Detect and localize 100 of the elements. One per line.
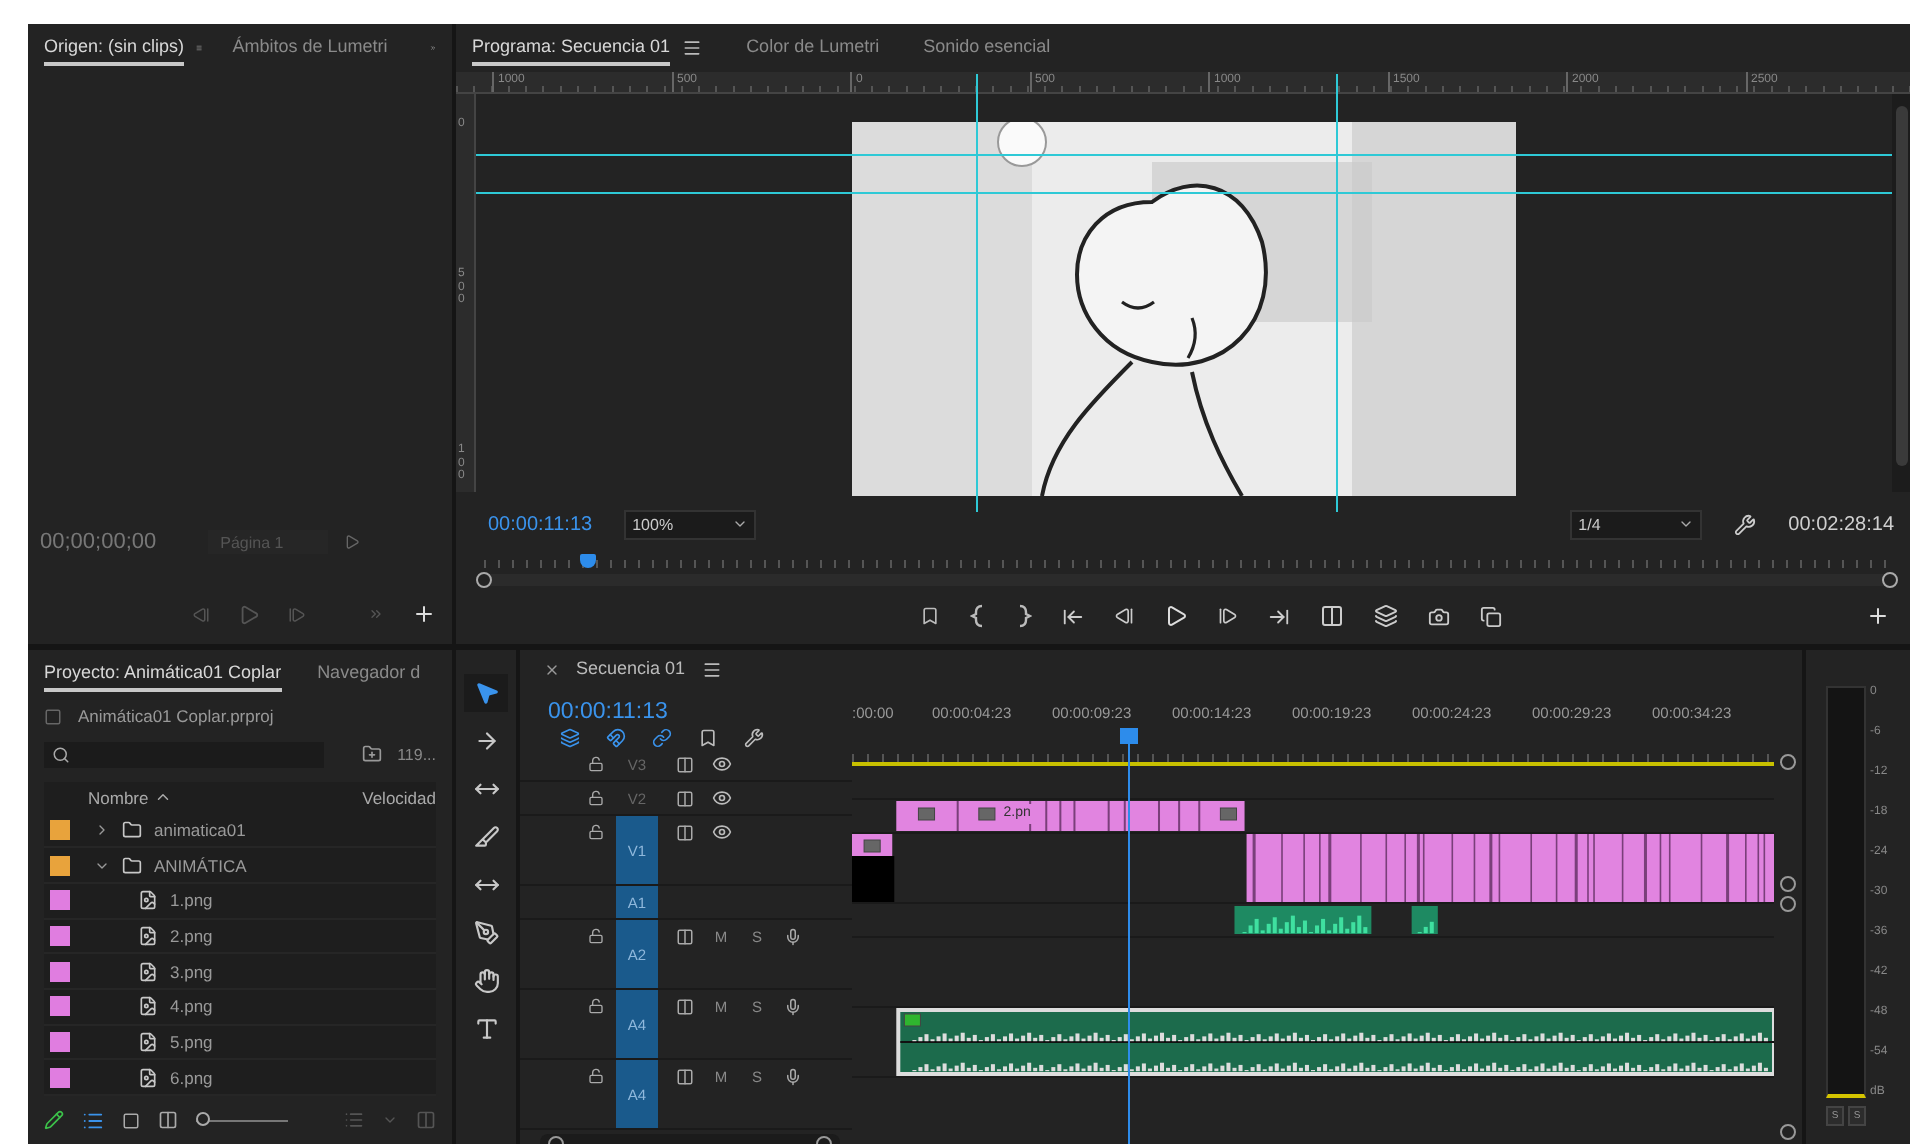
- nest-toggle-icon[interactable]: [560, 728, 580, 748]
- search-field[interactable]: [44, 741, 324, 767]
- go-to-out-button[interactable]: [1268, 605, 1290, 628]
- project-item-row[interactable]: ANIMÁTICA: [44, 848, 436, 884]
- project-item-row[interactable]: 1.png: [44, 883, 436, 920]
- new-bin-button[interactable]: [361, 744, 382, 764]
- add-marker-button[interactable]: [920, 606, 940, 627]
- audio-clip[interactable]: [896, 1008, 1774, 1076]
- video-clip[interactable]: [896, 801, 1245, 831]
- close-icon[interactable]: [544, 662, 560, 678]
- image-file-icon: [138, 961, 158, 982]
- project-item-row[interactable]: 4.png: [44, 989, 436, 1026]
- audio-clip[interactable]: [1411, 906, 1438, 934]
- pen-icon: [473, 920, 499, 946]
- project-item-name: 4.png: [170, 996, 213, 1017]
- item-count: 119...: [397, 745, 436, 763]
- unlock-icon[interactable]: [588, 1068, 604, 1084]
- column-header[interactable]: Velocidad: [362, 787, 436, 808]
- playhead-handle[interactable]: [580, 554, 597, 569]
- microphone-icon[interactable]: [784, 997, 802, 1015]
- add-button[interactable]: [1866, 604, 1890, 629]
- settings-toggle-icon[interactable]: [744, 728, 764, 748]
- comparison-view-button[interactable]: [1480, 605, 1502, 628]
- resolution-dropdown[interactable]: 1/4: [1570, 509, 1703, 540]
- project-item-row[interactable]: animatica01: [44, 813, 436, 849]
- video-clip[interactable]: [1246, 834, 1774, 902]
- project-item-name: 2.png: [170, 925, 213, 946]
- playhead-timecode[interactable]: 00:00:11:13: [488, 513, 593, 536]
- settings-icon[interactable]: [1734, 513, 1757, 536]
- image-file-icon: [138, 996, 158, 1017]
- overwrite-button[interactable]: [1374, 604, 1398, 629]
- panel-tab[interactable]: Color de Lumetri: [746, 30, 880, 66]
- scrub-end-handle[interactable]: [1882, 572, 1898, 589]
- sequence-timecode[interactable]: 00:00:11:13: [548, 700, 852, 724]
- fx-badge-icon: [1219, 807, 1237, 821]
- duration-timecode: 00:02:28:14: [1788, 513, 1894, 536]
- selection-tool-button[interactable]: [464, 674, 508, 712]
- project-item-row[interactable]: 3.png: [44, 954, 436, 990]
- source-timecode: 00;00;00;00: [40, 530, 157, 554]
- visibility-icon[interactable]: [712, 822, 732, 842]
- fx-badge-icon: [903, 1013, 921, 1027]
- vertical-scrollbar[interactable]: [1892, 94, 1910, 492]
- project-item-row[interactable]: 6.png: [44, 1060, 436, 1096]
- unlock-icon[interactable]: [588, 756, 604, 772]
- solid-video-clip[interactable]: [852, 856, 895, 902]
- project-item-name: 6.png: [170, 1067, 213, 1088]
- zoom-slider-handle[interactable]: [196, 1112, 210, 1126]
- panel-menu-icon[interactable]: [701, 660, 722, 680]
- expand-chevron-icon[interactable]: [94, 821, 110, 838]
- panel-tab[interactable]: Ámbitos de Lumetri: [232, 30, 388, 66]
- mark-out-button[interactable]: [1016, 604, 1032, 629]
- step-back-button[interactable]: [1114, 606, 1134, 627]
- play-icon[interactable]: [344, 534, 361, 550]
- fx-badge-icon: [978, 807, 996, 821]
- panel-tab[interactable]: Origen: (sin clips): [44, 30, 185, 66]
- sequence-tab[interactable]: Secuencia 01: [576, 652, 686, 688]
- project-item-name: ANIMÁTICA: [154, 855, 247, 876]
- image-file-icon: [138, 925, 158, 946]
- panel-tab[interactable]: Sonido esencial: [923, 30, 1051, 66]
- visibility-icon[interactable]: [712, 788, 732, 808]
- unlock-icon[interactable]: [588, 928, 604, 944]
- image-file-icon: [138, 1031, 158, 1052]
- mark-in-button[interactable]: [970, 604, 986, 629]
- panel-tab[interactable]: Navegador d: [317, 656, 421, 692]
- marker-toggle-icon[interactable]: [698, 728, 718, 748]
- add-button[interactable]: [412, 602, 436, 626]
- linked-toggle-icon[interactable]: [652, 728, 672, 748]
- hand-icon: [473, 968, 499, 994]
- snap-toggle-icon[interactable]: [606, 728, 626, 748]
- list-view-button[interactable]: [82, 1109, 104, 1131]
- project-item-name: animatica01: [154, 819, 246, 840]
- arrow-icon: [473, 728, 499, 754]
- search-icon: [52, 745, 70, 763]
- column-header[interactable]: Nombre: [88, 787, 149, 808]
- panel-tab[interactable]: Programa: Secuencia 01: [472, 30, 671, 66]
- zoom-dropdown[interactable]: 100%: [624, 509, 757, 540]
- unlock-icon[interactable]: [588, 824, 604, 840]
- audio-waveform: [1242, 915, 1368, 934]
- pencil-icon[interactable]: [44, 1110, 64, 1130]
- play-button[interactable]: [1164, 604, 1188, 629]
- audio-clip[interactable]: [1234, 906, 1372, 934]
- go-to-in-button[interactable]: [1062, 605, 1084, 628]
- panel-menu-icon[interactable]: [682, 38, 703, 58]
- freeform-view-button[interactable]: [158, 1110, 178, 1130]
- visibility-icon[interactable]: [712, 754, 732, 774]
- microphone-icon[interactable]: [784, 1067, 802, 1085]
- project-item-row[interactable]: 5.png: [44, 1025, 436, 1061]
- project-item-row[interactable]: 2.png: [44, 919, 436, 955]
- scrub-end-handle[interactable]: [476, 572, 492, 589]
- panel-tab[interactable]: Proyecto: Animática01 Coplar: [44, 656, 282, 692]
- video-clip[interactable]: [852, 834, 893, 856]
- project-file-name: Animática01 Coplar.prproj: [78, 706, 274, 726]
- insert-button[interactable]: [1320, 604, 1344, 629]
- unlock-icon[interactable]: [588, 998, 604, 1014]
- unlock-icon[interactable]: [588, 790, 604, 806]
- step-forward-button[interactable]: [1218, 606, 1238, 627]
- microphone-icon[interactable]: [784, 927, 802, 945]
- folder-icon: [122, 819, 142, 840]
- export-frame-button[interactable]: [1428, 605, 1450, 628]
- icon-view-button[interactable]: [122, 1111, 140, 1129]
